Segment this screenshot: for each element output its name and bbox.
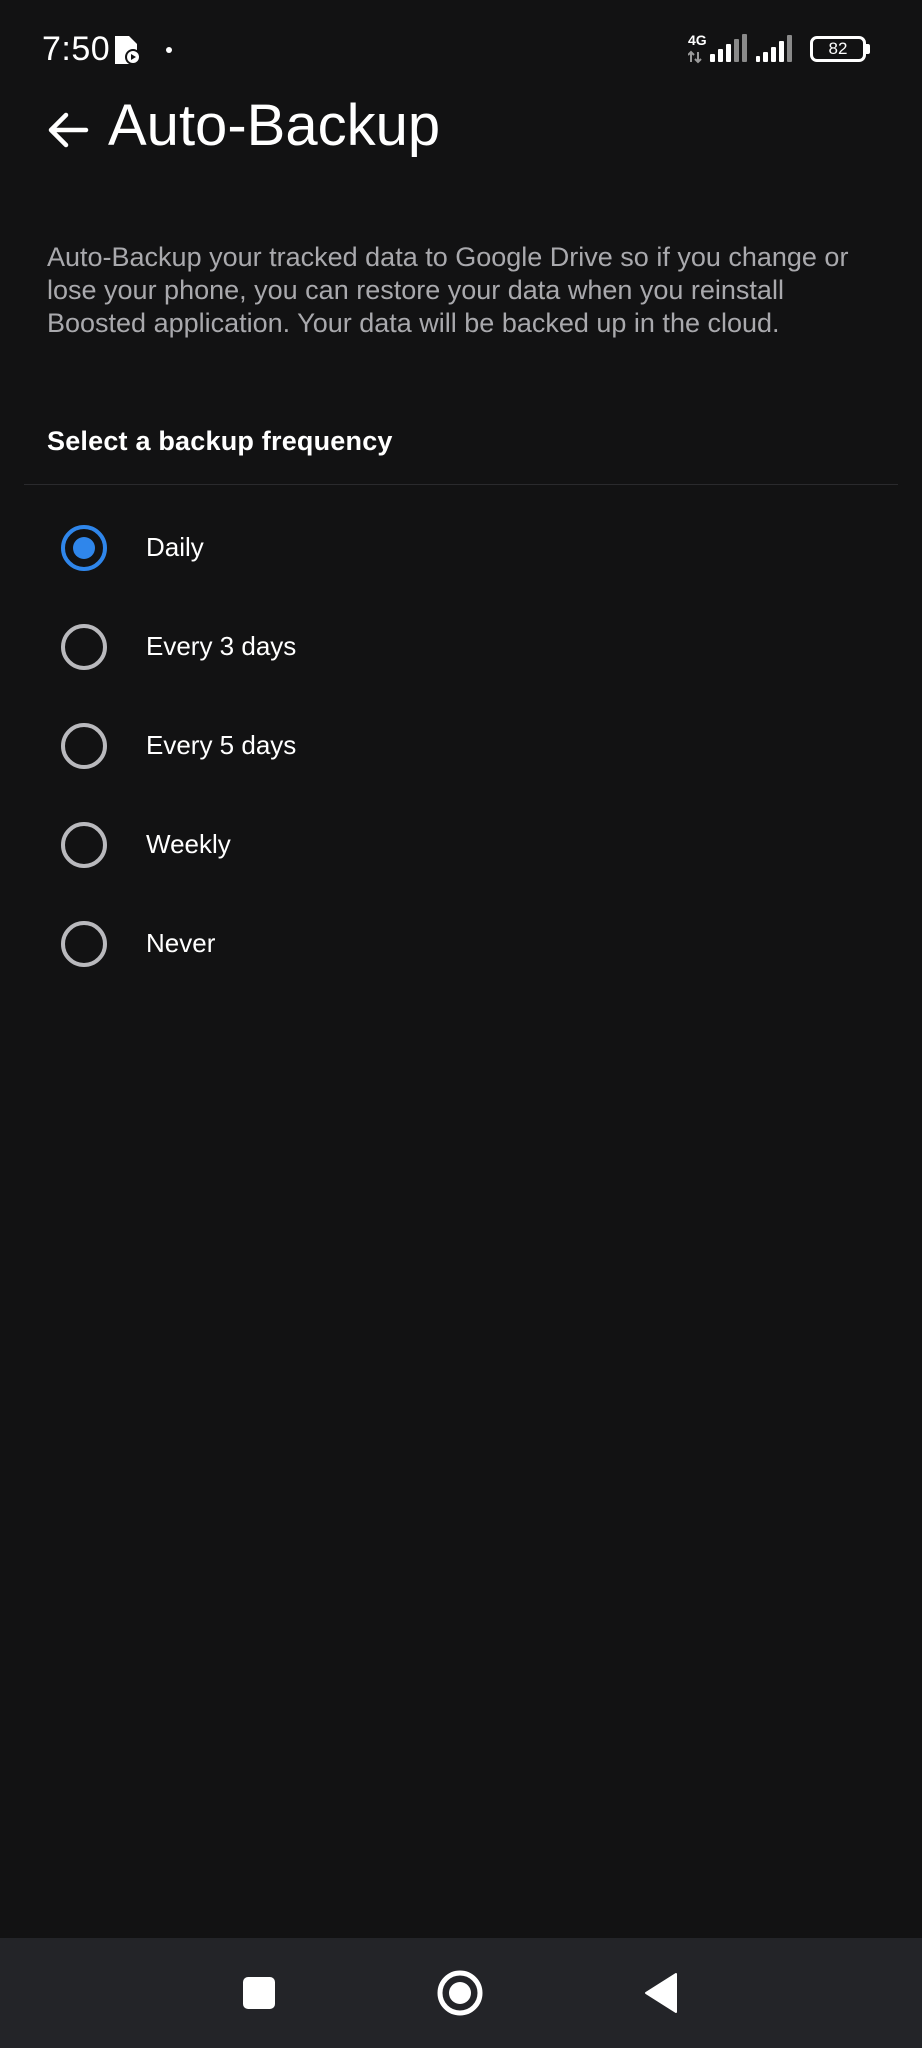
radio-option-every-3-days[interactable]: Every 3 days — [0, 597, 922, 696]
radio-option-every-5-days[interactable]: Every 5 days — [0, 696, 922, 795]
radio-label: Never — [146, 928, 216, 958]
radio-button[interactable] — [61, 722, 107, 769]
radio-option-daily[interactable]: Daily — [0, 498, 922, 597]
radio-label: Every 3 days — [146, 631, 297, 661]
radio-dot — [73, 536, 95, 559]
divider — [24, 484, 898, 485]
back-triangle-icon — [645, 1973, 677, 2013]
back-nav-button[interactable] — [631, 1963, 691, 2023]
radio-label: Daily — [146, 532, 204, 562]
battery-tip — [866, 44, 870, 54]
battery-level: 82 — [828, 39, 848, 58]
page-title: Auto-Backup — [108, 93, 441, 158]
frequency-radio-group: Daily Every 3 days Every 5 days Weekly N… — [0, 498, 922, 993]
system-navigation-bar — [0, 1938, 922, 2048]
signal-icon — [710, 34, 747, 62]
radio-button[interactable] — [61, 623, 107, 670]
app-header: Auto-Backup — [0, 80, 922, 180]
radio-option-weekly[interactable]: Weekly — [0, 795, 922, 894]
home-button[interactable] — [430, 1963, 490, 2023]
radio-button[interactable] — [61, 920, 107, 967]
app-notification-icon — [115, 36, 141, 65]
radio-label: Every 5 days — [146, 730, 297, 760]
arrow-left-icon — [48, 112, 89, 148]
data-arrows-icon — [688, 50, 702, 64]
backup-description: Auto-Backup your tracked data to Google … — [47, 242, 849, 338]
section-title: Select a backup frequency — [47, 426, 393, 456]
back-button[interactable] — [38, 100, 98, 160]
recents-button[interactable] — [229, 1963, 289, 2023]
screen: 7:50 4G 82 Auto-Backup Auto-Backup your … — [0, 0, 922, 2048]
network-type-label: 4G — [688, 32, 707, 48]
recents-square-icon — [243, 1977, 275, 2009]
status-time: 7:50 — [42, 30, 111, 68]
radio-label: Weekly — [146, 829, 231, 859]
dot-icon — [166, 47, 172, 53]
battery-icon: 82 — [810, 36, 866, 62]
radio-button[interactable] — [61, 821, 107, 868]
home-circle-icon — [437, 1970, 483, 2016]
signal-icon — [756, 35, 792, 62]
radio-option-never[interactable]: Never — [0, 894, 922, 993]
radio-button-selected[interactable] — [61, 524, 107, 571]
